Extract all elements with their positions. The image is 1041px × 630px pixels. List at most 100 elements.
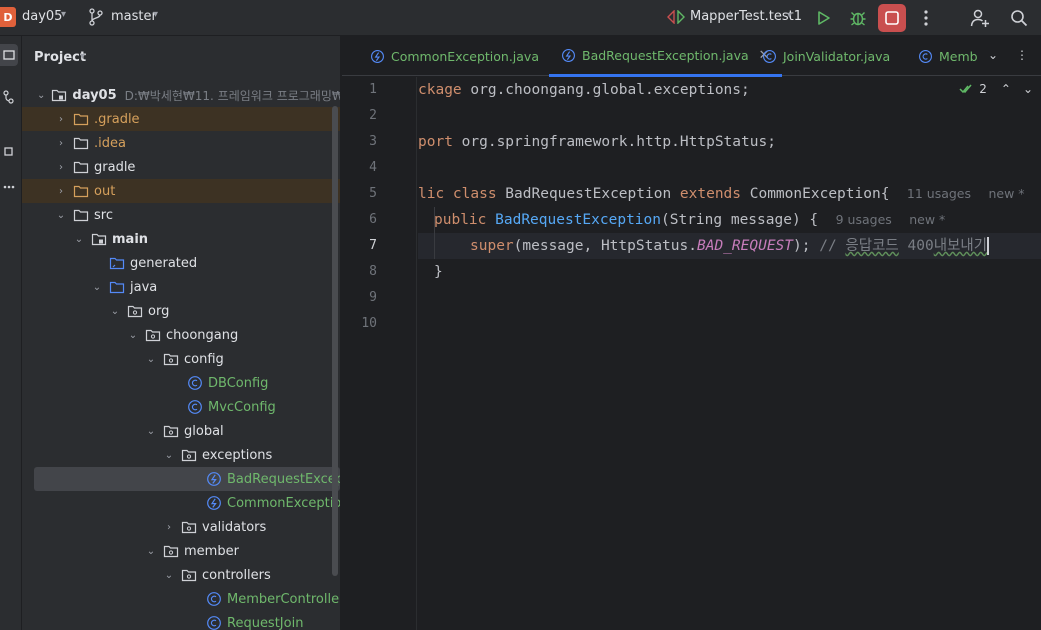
- panel-title[interactable]: Project: [34, 50, 86, 65]
- tree-item-choongang[interactable]: ⌄ choongang: [22, 323, 340, 347]
- usages-hint[interactable]: 9 usages: [836, 212, 892, 227]
- tree-item-gradle-cache[interactable]: › .gradle: [22, 107, 340, 131]
- project-tool-button[interactable]: [0, 44, 18, 66]
- git-branch-icon[interactable]: [88, 8, 104, 26]
- chevron-right-icon[interactable]: ›: [55, 114, 67, 125]
- tree-item-label: java: [130, 279, 158, 295]
- tree-item-validators[interactable]: › validators: [22, 515, 340, 539]
- exception-class-icon: [371, 49, 384, 63]
- class-icon: [919, 49, 932, 63]
- tree-item-label: day05: [72, 87, 117, 103]
- tab-label: Memb: [939, 48, 978, 64]
- add-user-button[interactable]: [966, 4, 994, 32]
- tree-item-requestjoin[interactable]: RequestJoin: [22, 611, 340, 630]
- debug-button[interactable]: [844, 4, 872, 32]
- tree-item-gradle[interactable]: › gradle: [22, 155, 340, 179]
- line-number-gutter: 1 2 3 4 5 6 7 8 9 10: [342, 77, 417, 630]
- structure-tool-button[interactable]: [0, 140, 18, 162]
- tree-item-label: BadRequestException: [227, 471, 340, 487]
- chevron-down-icon[interactable]: ▾: [80, 51, 85, 62]
- tree-item-label: RequestJoin: [227, 615, 304, 630]
- chevron-down-icon[interactable]: ⌄: [109, 306, 121, 317]
- tree-item-day05[interactable]: ⌄ day05 D:₩박세현₩11. 프레임워크 프로그래밍₩c: [22, 83, 340, 107]
- tree-item-org[interactable]: ⌄ org: [22, 299, 340, 323]
- line-number: 2: [369, 108, 377, 123]
- tree-item-exceptions[interactable]: ⌄ exceptions: [22, 443, 340, 467]
- chevron-right-icon[interactable]: ›: [55, 138, 67, 149]
- folder-icon: [73, 161, 89, 174]
- stop-icon: [885, 11, 899, 25]
- tab-commonexception[interactable]: CommonException.java: [370, 36, 539, 76]
- line-number: 5: [369, 186, 377, 201]
- chevron-down-icon[interactable]: ⌄: [37, 90, 45, 101]
- tree-item-controllers[interactable]: ⌄ controllers: [22, 563, 340, 587]
- chevron-down-icon[interactable]: ⌄: [145, 354, 157, 365]
- more-horizontal-icon: [3, 185, 15, 189]
- code-line-6: public BadRequestException(String messag…: [434, 212, 946, 228]
- chevron-right-icon[interactable]: ›: [163, 522, 175, 533]
- tree-item-badrequestexception[interactable]: BadRequestException: [34, 467, 340, 491]
- tree-item-dbconfig[interactable]: DBConfig: [22, 371, 340, 395]
- chevron-down-icon[interactable]: ⌄: [988, 48, 998, 62]
- tree-item-generated[interactable]: generated: [22, 251, 340, 275]
- more-vertical-icon[interactable]: ⋮: [1016, 48, 1028, 62]
- tab-joinvalidator[interactable]: JoinValidator.java: [762, 36, 890, 76]
- chevron-down-icon[interactable]: ⌄: [55, 210, 67, 221]
- tree-item-label: validators: [202, 519, 267, 535]
- tree-item-mvcconfig[interactable]: MvcConfig: [22, 395, 340, 419]
- editor-tabs: CommonException.java BadRequestException…: [342, 36, 1041, 77]
- commit-tool-button[interactable]: [0, 86, 18, 108]
- exception-class-icon: [207, 496, 221, 510]
- package-icon: [181, 569, 197, 582]
- search-button[interactable]: [1005, 4, 1033, 32]
- tree-item-main[interactable]: ⌄ main: [22, 227, 340, 251]
- chevron-down-icon[interactable]: ⌄: [145, 426, 157, 437]
- folder-icon: [73, 209, 89, 222]
- chevron-right-icon[interactable]: ›: [55, 186, 67, 197]
- tab-badrequestexception[interactable]: BadRequestException.java ✕: [549, 36, 782, 77]
- code-line-3: port org.springframework.http.HttpStatus…: [418, 134, 776, 150]
- chevron-down-icon[interactable]: ⌄: [127, 330, 139, 341]
- run-button[interactable]: [810, 4, 838, 32]
- line-number: 6: [369, 212, 377, 227]
- chevron-down-icon[interactable]: ⌄: [163, 570, 175, 581]
- tree-item-label: gradle: [94, 159, 136, 175]
- tree-item-config[interactable]: ⌄ config: [22, 347, 340, 371]
- tree-item-membercontroller[interactable]: MemberController: [22, 587, 340, 611]
- tree-item-out[interactable]: › out: [22, 179, 340, 203]
- tree-item-java[interactable]: ⌄ java: [22, 275, 340, 299]
- chevron-down-icon[interactable]: ⌄: [91, 282, 103, 293]
- author-hint[interactable]: new *: [988, 186, 1024, 201]
- tree-item-label: choongang: [166, 327, 239, 343]
- author-hint[interactable]: new *: [909, 212, 945, 227]
- source-set-folder-icon: [91, 233, 107, 246]
- stop-button[interactable]: [878, 4, 906, 32]
- more-actions-button[interactable]: [912, 4, 940, 32]
- class-icon: [188, 376, 202, 390]
- chevron-down-icon[interactable]: ▾: [61, 9, 66, 20]
- chevron-down-icon[interactable]: ⌄: [145, 546, 157, 557]
- branch-switcher[interactable]: master: [111, 9, 157, 24]
- tree-item-global[interactable]: ⌄ global: [22, 419, 340, 443]
- chevron-down-icon[interactable]: ▾: [787, 10, 792, 21]
- editor: CommonException.java BadRequestException…: [341, 36, 1041, 630]
- project-tree-scrollbar[interactable]: [332, 106, 338, 576]
- chevron-down-icon[interactable]: ⌄: [73, 234, 85, 245]
- tree-item-src[interactable]: ⌄ src: [22, 203, 340, 227]
- run-configuration-selector[interactable]: MapperTest.test1: [690, 9, 802, 24]
- tree-item-idea[interactable]: › .idea: [22, 131, 340, 155]
- package-icon: [145, 329, 161, 342]
- code-area[interactable]: ckage org.choongang.global.exceptions; p…: [418, 77, 1041, 630]
- tree-item-member[interactable]: ⌄ member: [22, 539, 340, 563]
- usages-hint[interactable]: 11 usages: [907, 186, 971, 201]
- project-switcher[interactable]: day05: [22, 9, 62, 24]
- chevron-down-icon[interactable]: ▾: [153, 9, 158, 20]
- chevron-right-icon[interactable]: ›: [55, 162, 67, 173]
- project-badge[interactable]: D: [0, 7, 16, 27]
- source-root-folder-icon: [109, 281, 125, 294]
- tab-member[interactable]: Memb: [918, 36, 978, 76]
- chevron-down-icon[interactable]: ⌄: [163, 450, 175, 461]
- tab-label: JoinValidator.java: [783, 48, 891, 64]
- more-tools-button[interactable]: [0, 176, 18, 198]
- tree-item-commonexception[interactable]: CommonException: [22, 491, 340, 515]
